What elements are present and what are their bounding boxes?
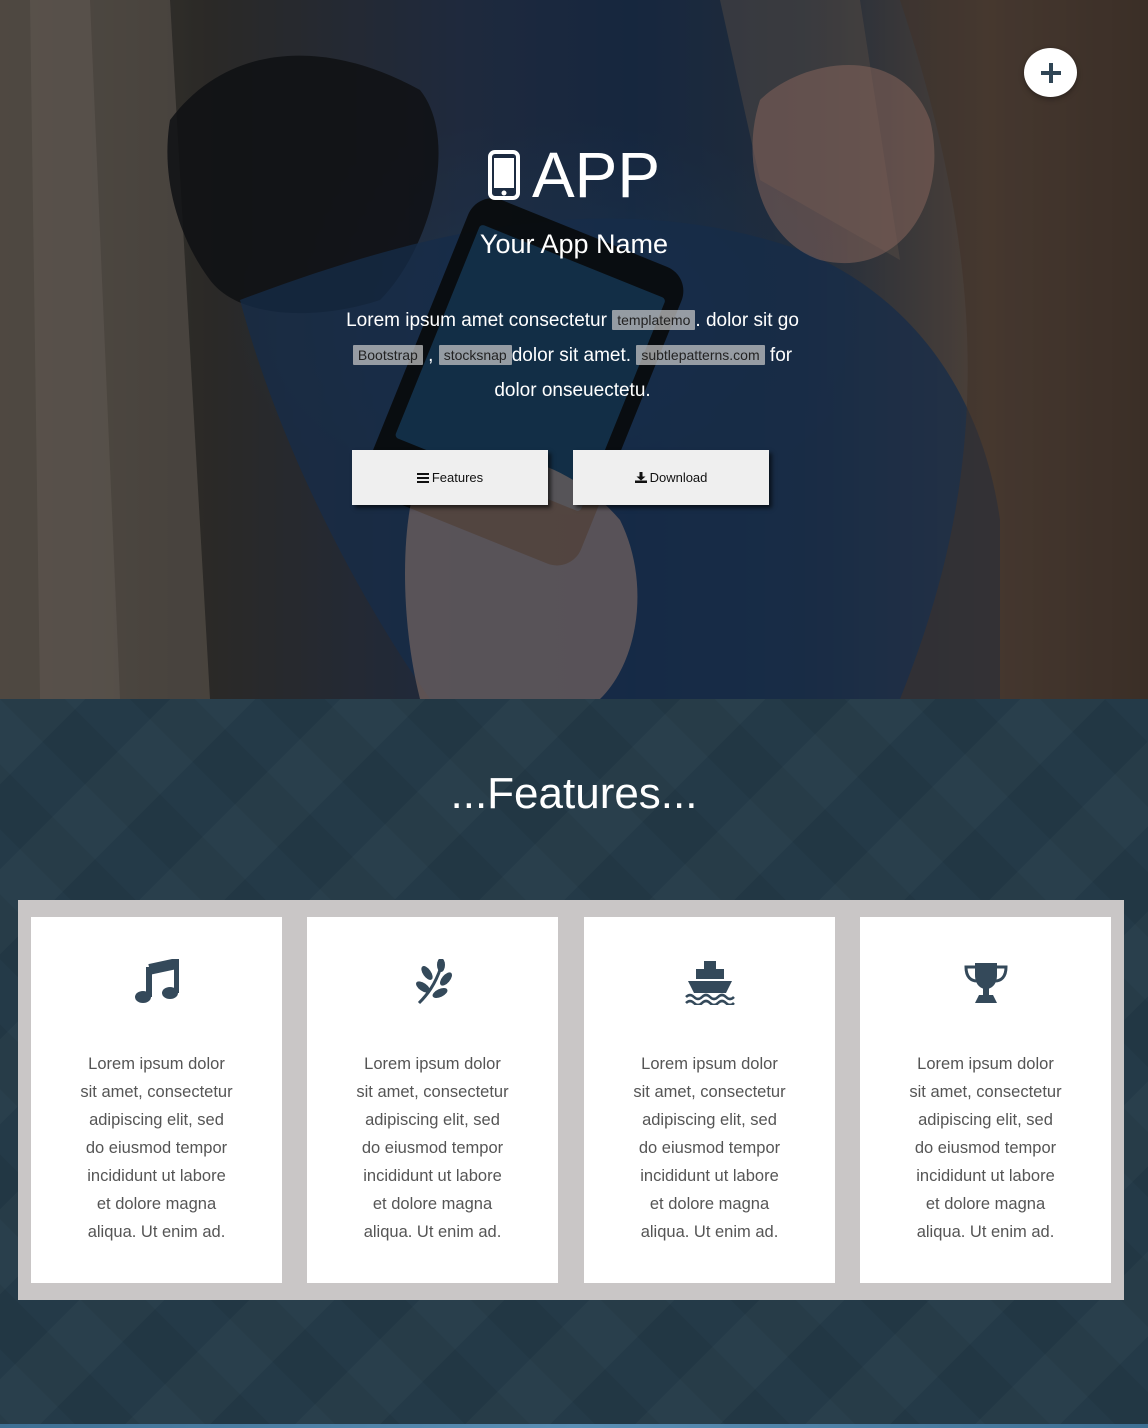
features-button[interactable]: Features [352,450,548,505]
download-button[interactable]: Download [573,450,769,505]
hero-description: Lorem ipsum amet consectetur templatemo.… [330,303,815,408]
list-icon [416,472,429,483]
trophy-icon [963,963,1008,1003]
feature-card-text: Lorem ipsum dolor sit amet, consectetur … [356,1055,509,1241]
hero-title-text: APP [531,139,661,211]
feature-card-text: Lorem ipsum dolor sit amet, consectetur … [909,1055,1062,1241]
hero-section: APP Your App Name Lorem ipsum amet conse… [0,0,1148,699]
hero-title: APP [0,140,1148,210]
features-button-label: Features [431,470,484,485]
feature-card-music: Lorem ipsum dolor sit amet, consectetur … [31,917,282,1283]
hero-text-part: , [422,345,439,366]
hero-text-part: Lorem ipsum amet consectetur [346,310,613,331]
feature-card-text: Lorem ipsum dolor sit amet, consectetur … [80,1055,233,1241]
feature-card-ship: Lorem ipsum dolor sit amet, consectetur … [584,917,835,1283]
download-icon [634,472,647,483]
plus-icon [1040,62,1061,83]
leaf-icon [415,959,452,1005]
stocksnap-link[interactable]: stocksnap [438,345,512,365]
download-button-label: Download [649,470,708,485]
menu-plus-button[interactable] [1024,48,1077,97]
templatemo-link[interactable]: templatemo [612,310,696,330]
feature-card-leaf: Lorem ipsum dolor sit amet, consectetur … [307,917,558,1283]
mobile-phone-icon [487,150,520,200]
subtlepatterns-link[interactable]: subtlepatterns.com [636,345,765,365]
next-section-edge [0,1424,1148,1428]
features-heading: ...Features... [450,769,698,818]
music-note-icon [134,959,179,1003]
bootstrap-link[interactable]: Bootstrap [352,345,423,365]
ship-icon [684,961,735,1005]
hero-text-part: dolor sit amet. [511,345,637,366]
hero-text-part: . dolor sit go [695,310,799,331]
feature-card-text: Lorem ipsum dolor sit amet, consectetur … [633,1055,786,1241]
features-cards-container: Lorem ipsum dolor sit amet, consectetur … [18,900,1124,1300]
hero-subtitle: Your App Name [479,229,669,259]
features-section: ...Features... Lorem ipsum dolor sit ame… [0,699,1148,1428]
feature-card-trophy: Lorem ipsum dolor sit amet, consectetur … [860,917,1111,1283]
